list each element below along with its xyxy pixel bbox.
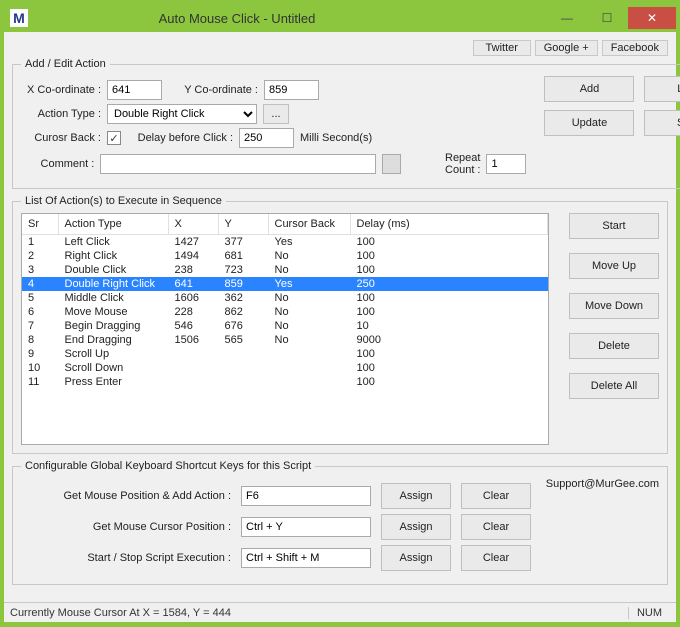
repeat-count-input[interactable] [486, 154, 526, 174]
action-type-label: Action Type : [21, 108, 101, 120]
update-button[interactable]: Update [544, 110, 634, 136]
shortcuts-legend: Configurable Global Keyboard Shortcut Ke… [21, 460, 315, 472]
shortcut-label: Start / Stop Script Execution : [21, 552, 231, 564]
table-row[interactable]: 1Left Click1427377Yes100 [22, 234, 548, 249]
status-bar: Currently Mouse Cursor At X = 1584, Y = … [4, 602, 676, 622]
x-coord-input[interactable] [107, 80, 162, 100]
comment-input[interactable] [100, 154, 376, 174]
client-area: Twitter Google + Facebook Add / Edit Act… [4, 32, 676, 602]
table-row[interactable]: 5Middle Click1606362No100 [22, 291, 548, 305]
table-row[interactable]: 7Begin Dragging546676No10 [22, 319, 548, 333]
action-table[interactable]: Sr Action Type X Y Cursor Back Delay (ms… [21, 213, 549, 445]
col-cursor-back[interactable]: Cursor Back [268, 214, 350, 234]
col-sr[interactable]: Sr [22, 214, 58, 234]
delay-unit-label: Milli Second(s) [300, 132, 372, 144]
action-type-select[interactable]: Double Right Click [107, 104, 257, 124]
action-list-group: List Of Action(s) to Execute in Sequence… [12, 195, 668, 454]
shortcuts-group: Configurable Global Keyboard Shortcut Ke… [12, 460, 668, 585]
comment-color-button[interactable] [382, 154, 401, 174]
table-row[interactable]: 2Right Click1494681No100 [22, 249, 548, 263]
comment-label: Comment : [21, 158, 94, 170]
clear-button[interactable]: Clear [461, 545, 531, 571]
move-down-button[interactable]: Move Down [569, 293, 659, 319]
close-button[interactable]: ✕ [628, 7, 676, 29]
table-row[interactable]: 9Scroll Up100 [22, 347, 548, 361]
social-links: Twitter Google + Facebook [12, 40, 668, 56]
maximize-button[interactable]: ☐ [588, 7, 626, 29]
cursor-back-checkbox[interactable]: ✓ [107, 131, 121, 145]
shortcut-input-1[interactable] [241, 517, 371, 537]
table-row[interactable]: 6Move Mouse228862No100 [22, 305, 548, 319]
facebook-button[interactable]: Facebook [602, 40, 668, 56]
action-type-more-button[interactable]: ... [263, 104, 289, 124]
table-row[interactable]: 10Scroll Down100 [22, 361, 548, 375]
shortcut-label: Get Mouse Position & Add Action : [21, 490, 231, 502]
delete-all-button[interactable]: Delete All [569, 373, 659, 399]
move-up-button[interactable]: Move Up [569, 253, 659, 279]
y-coord-label: Y Co-ordinate : [168, 84, 258, 96]
shortcut-row: Get Mouse Position & Add Action : Assign C… [21, 483, 546, 509]
support-link[interactable]: Support@MurGee.com [546, 478, 659, 490]
twitter-button[interactable]: Twitter [473, 40, 531, 56]
clear-button[interactable]: Clear [461, 514, 531, 540]
cursor-position-status: Currently Mouse Cursor At X = 1584, Y = … [10, 607, 231, 619]
delay-input[interactable] [239, 128, 294, 148]
x-coord-label: X Co-ordinate : [21, 84, 101, 96]
col-action-type[interactable]: Action Type [58, 214, 168, 234]
table-row[interactable]: 8End Dragging1506565No9000 [22, 333, 548, 347]
shortcut-label: Get Mouse Cursor Position : [21, 521, 231, 533]
delay-label: Delay before Click : [127, 132, 233, 144]
action-list-legend: List Of Action(s) to Execute in Sequence [21, 195, 226, 207]
window-title: Auto Mouse Click - Untitled [36, 11, 548, 26]
save-button[interactable]: Save [644, 110, 680, 136]
cursor-back-label: Curosr Back : [21, 132, 101, 144]
googleplus-button[interactable]: Google + [535, 40, 598, 56]
app-window: M Auto Mouse Click - Untitled — ☐ ✕ Twit… [0, 0, 680, 627]
table-row[interactable]: 3Double Click238723No100 [22, 263, 548, 277]
start-button[interactable]: Start [569, 213, 659, 239]
table-header-row: Sr Action Type X Y Cursor Back Delay (ms… [22, 214, 548, 234]
delete-button[interactable]: Delete [569, 333, 659, 359]
numlock-status: NUM [628, 607, 670, 619]
minimize-button[interactable]: — [548, 7, 586, 29]
titlebar[interactable]: M Auto Mouse Click - Untitled — ☐ ✕ [4, 4, 676, 32]
clear-button[interactable]: Clear [461, 483, 531, 509]
shortcut-row: Start / Stop Script Execution : Assign Cle… [21, 545, 659, 571]
load-button[interactable]: Load [644, 76, 680, 102]
assign-button[interactable]: Assign [381, 483, 451, 509]
col-delay[interactable]: Delay (ms) [350, 214, 548, 234]
table-row[interactable]: 4Double Right Click641859Yes250 [22, 277, 548, 291]
col-y[interactable]: Y [218, 214, 268, 234]
assign-button[interactable]: Assign [381, 545, 451, 571]
add-edit-action-group: Add / Edit Action X Co-ordinate : Y Co-o… [12, 58, 680, 189]
col-x[interactable]: X [168, 214, 218, 234]
table-row[interactable]: 11Press Enter100 [22, 375, 548, 389]
shortcut-row: Get Mouse Cursor Position : Assign Clear [21, 514, 659, 540]
assign-button[interactable]: Assign [381, 514, 451, 540]
add-button[interactable]: Add [544, 76, 634, 102]
shortcut-input-0[interactable] [241, 486, 371, 506]
y-coord-input[interactable] [264, 80, 319, 100]
add-edit-legend: Add / Edit Action [21, 58, 110, 70]
app-logo: M [10, 9, 28, 27]
shortcut-input-2[interactable] [241, 548, 371, 568]
repeat-count-label: Repeat Count : [413, 152, 481, 176]
